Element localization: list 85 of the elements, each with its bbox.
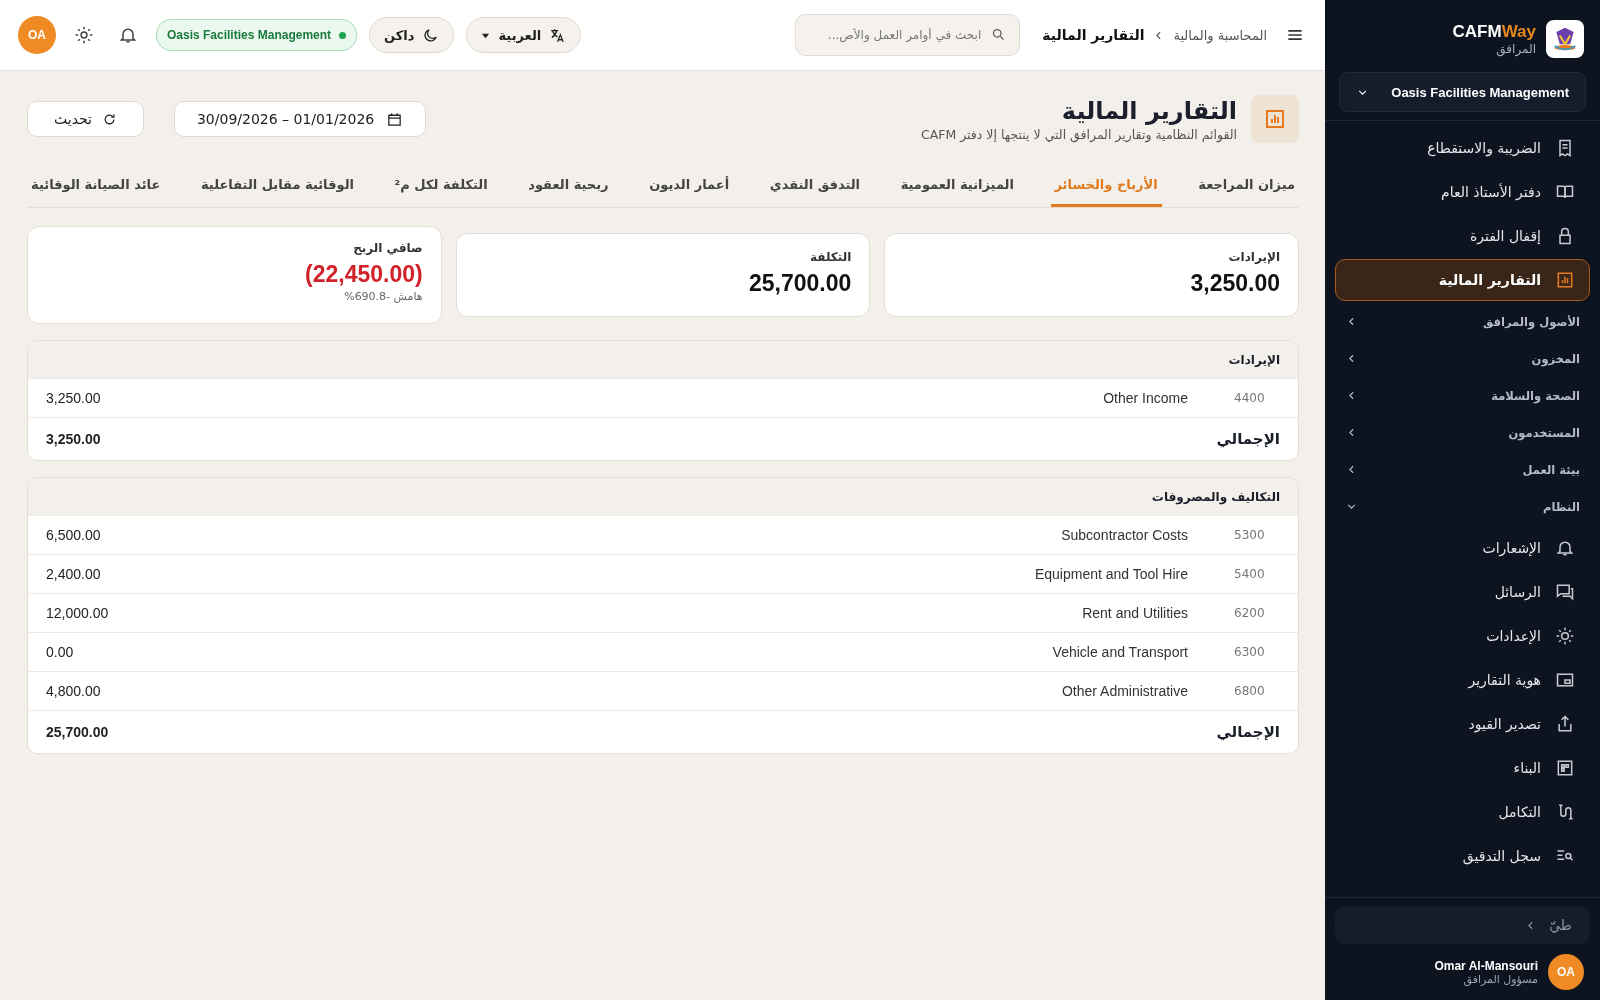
report-tab[interactable]: ربحية العقود [524,165,613,207]
sidebar-group[interactable]: النظام [1325,488,1600,525]
status-dot [339,31,347,39]
sidebar-item[interactable]: سجل التدقيق [1335,835,1590,877]
amount-cell: 12,000.00 [46,605,109,621]
amount-cell: 6,500.00 [46,527,101,543]
kpi-value: 3,250.00 [1189,270,1280,297]
kpi-value: 25,700.00 [748,270,852,297]
moon-icon [422,26,440,44]
sidebar-group[interactable]: المخزون [1325,340,1600,377]
report-tab[interactable]: التدفق النقدي [765,165,865,207]
account-code: 6200 [1234,606,1266,620]
account-name: Rent and Utilities [1081,605,1188,621]
kpi-label: التكلفة [809,250,852,264]
sidebar-item[interactable]: الإعدادات [1335,615,1590,657]
organization-selector[interactable]: Oasis Facilities Management [1339,72,1586,112]
report-tab[interactable]: الوقائية مقابل التفاعلية [196,165,358,207]
kpi-label: الإيرادات [1227,250,1280,264]
account-code: 5400 [1234,567,1266,581]
sidebar-item[interactable]: هوية التقارير [1335,659,1590,701]
theme-toggle[interactable]: داكن [369,17,455,53]
total-amount: 3,250.00 [46,431,101,447]
account-code: 5300 [1234,528,1266,542]
refresh-button[interactable]: تحديث [27,101,144,137]
sidebar-item[interactable]: الإشعارات [1335,527,1590,569]
account-code: 6800 [1234,684,1266,698]
account-name: Other Administrative [1060,683,1188,699]
sidebar-item[interactable]: الضريبة والاستقطاع [1335,127,1590,169]
account-name: Equipment and Tool Hire [1033,566,1188,582]
chart-icon [1555,270,1575,290]
account-name: Vehicle and Transport [1051,644,1188,660]
user-avatar: OA [1548,954,1584,990]
calendar-icon [386,110,404,128]
collapse-button[interactable]: طيّ [1335,906,1590,944]
kpi-value: (22,450.00) [304,261,423,288]
grid-icon [1555,758,1575,778]
kpi-label: صافي الربح [352,241,423,255]
breadcrumb-current: التقارير المالية [1042,27,1145,43]
brand-subtitle: المرافق [1495,42,1536,56]
sidebar-group[interactable]: الصحة والسلامة [1325,377,1600,414]
sidebar-item[interactable]: تصدير القيود [1335,703,1590,745]
report-tab[interactable]: ميزان المراجعة [1194,165,1299,207]
amount-cell: 3,250.00 [46,390,101,406]
report-tab[interactable]: الميزانية العمومية [896,165,1018,207]
organization-name: Oasis Facilities Management [167,28,332,42]
total-label: الإجمالي [1215,430,1280,448]
section-title: التكاليف والمصروفات [28,478,1298,515]
language-selector[interactable]: العربية [466,17,582,53]
amount-cell: 4,800.00 [46,683,101,699]
amount-cell: 2,400.00 [46,566,101,582]
account-name: Subcontractor Costs [1060,527,1188,543]
user-role: مسؤول المرافق [1462,972,1538,986]
brand-name: CAFMWay [1452,22,1536,42]
sidebar-item[interactable]: التقارير المالية [1335,259,1590,301]
report-tab[interactable]: عائد الصيانة الوقائية [27,165,165,207]
image-frame-icon [1555,670,1575,690]
report-tab[interactable]: أعمار الديون [645,165,734,207]
account-name: Other Income [1102,390,1188,406]
amount-cell: 0.00 [46,644,74,660]
sidebar-item[interactable]: التكامل [1335,791,1590,833]
sidebar-group[interactable]: المستخدمون [1325,414,1600,451]
sidebar-item[interactable]: دفتر الأستاذ العام [1335,171,1590,213]
date-range-picker[interactable]: 30/09/2026 – 01/01/2026 [173,101,427,137]
section-title: الإيرادات [28,341,1298,378]
sidebar-item[interactable]: البناء [1335,747,1590,789]
bell-icon [1555,538,1575,558]
account-code: 4400 [1234,391,1266,405]
share-icon [1555,714,1575,734]
total-label: الإجمالي [1215,723,1280,741]
page-title: التقارير المالية [1060,96,1237,125]
page-subtitle: القوائم النظامية وتقارير المرافق التي لا ينتجها إلا دفتر CAFM [920,126,1237,142]
sidebar-item[interactable]: إقفال الفترة [1335,215,1590,257]
chart-icon [1251,95,1299,143]
user-name: Omar Al-Mansouri [1434,958,1538,973]
logo-icon [1546,20,1584,58]
account-code: 6300 [1234,645,1266,659]
chat-icon [1555,582,1575,602]
kpi-note: هامش -690.8% [343,290,423,303]
translate-icon [549,26,567,44]
breadcrumb-link[interactable]: المحاسبة والمالية [1173,27,1267,43]
sidebar-group[interactable]: الأصول والمرافق [1325,303,1600,340]
sidebar-item[interactable]: الرسائل [1335,571,1590,613]
total-amount: 25,700.00 [46,724,109,740]
report-tab[interactable]: التكلفة لكل م² [390,165,492,207]
sidebar-group[interactable]: بيئة العمل [1325,451,1600,488]
